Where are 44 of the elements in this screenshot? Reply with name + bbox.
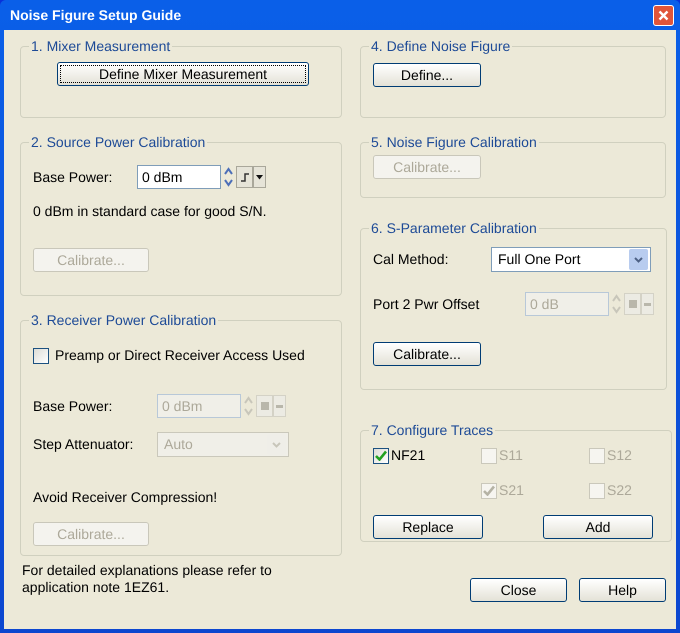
dropdown-value: Full One Port — [498, 250, 580, 269]
chevron-down-icon — [634, 256, 643, 262]
window-title: Noise Figure Setup Guide — [10, 6, 182, 25]
step-button[interactable] — [236, 166, 253, 188]
group-title: 6. S-Parameter Calibration — [370, 219, 538, 238]
group-title: 7. Configure Traces — [370, 421, 494, 440]
dropdown-arrow-button[interactable] — [629, 249, 648, 270]
group-title: 1. Mixer Measurement — [30, 37, 172, 56]
button[interactable]: Define Mixer Measurement — [57, 62, 309, 86]
checkbox-label: S11 — [499, 446, 523, 465]
button[interactable]: Help — [579, 578, 666, 602]
button[interactable]: Define... — [373, 63, 481, 87]
dropdown[interactable]: Full One Port — [491, 247, 651, 272]
dropdown-value: Auto — [164, 435, 193, 454]
footer-note: For detailed explanations please refer to application note 1EZ61. — [21, 562, 273, 596]
close-button[interactable] — [653, 4, 674, 26]
warning-text: Avoid Receiver Compression! — [33, 488, 218, 507]
spin-field[interactable]: 0 dBm — [137, 165, 221, 189]
group-title: 2. Source Power Calibration — [30, 133, 206, 152]
checkbox-label: NF21 — [391, 446, 426, 465]
button[interactable]: Replace — [373, 515, 483, 539]
group-title: 4. Define Noise Figure — [370, 37, 512, 56]
dropdown-button[interactable] — [253, 166, 266, 188]
hint-text: 0 dBm in standard case for good S/N. — [33, 202, 268, 221]
checkbox-label: Preamp or Direct Receiver Access Used — [55, 346, 305, 365]
checkbox[interactable] — [33, 348, 49, 364]
button[interactable]: Close — [470, 578, 567, 602]
field-label: Cal Method: — [373, 250, 450, 269]
field-label: Base Power: — [33, 168, 114, 186]
checkbox-label: S21 — [499, 481, 524, 500]
group-title: 5. Noise Figure Calibration — [370, 133, 538, 152]
checkbox[interactable] — [373, 448, 389, 464]
field-label: Port 2 Pwr Offset — [373, 294, 480, 314]
checkmark-icon — [375, 450, 387, 461]
checkbox-label: S22 — [607, 481, 632, 500]
group-title: 3. Receiver Power Calibration — [30, 311, 218, 330]
button[interactable]: Calibrate... — [373, 342, 481, 366]
button[interactable]: Add — [543, 515, 653, 539]
field-label: Base Power: — [33, 396, 114, 416]
chevron-down-icon — [272, 442, 281, 448]
checkmark-icon — [483, 485, 495, 496]
checkbox-label: S12 — [607, 446, 632, 465]
close-icon — [658, 10, 669, 20]
field-label: Step Attenuator: — [33, 435, 134, 454]
